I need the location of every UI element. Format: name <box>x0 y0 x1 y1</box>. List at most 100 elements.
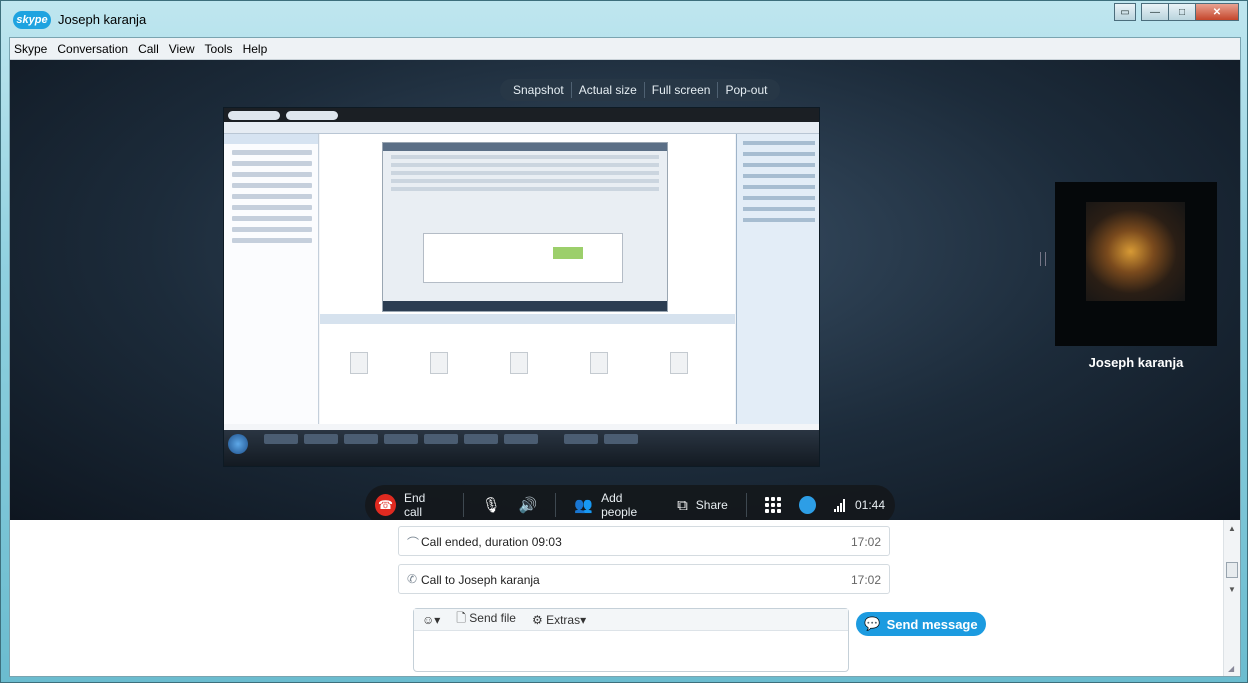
menu-conversation[interactable]: Conversation <box>57 42 128 56</box>
shared-right-line <box>743 163 815 167</box>
resize-grip-icon[interactable]: ◢ <box>1228 664 1238 674</box>
shared-left-line <box>232 150 312 155</box>
menu-bar: Skype Conversation Call View Tools Help <box>10 38 1240 60</box>
maximize-icon[interactable]: □ <box>1168 3 1196 21</box>
task-button <box>424 434 458 444</box>
title-bar[interactable]: skype Joseph karanja ▭ — □ ✕ <box>1 1 1247 37</box>
inner-spreadsheet <box>423 233 623 283</box>
history-event-text: Call ended, duration 09:03 <box>421 535 562 549</box>
shared-left-pane <box>224 134 319 424</box>
dialpad-icon[interactable] <box>764 497 781 513</box>
shared-right-pane <box>736 134 819 424</box>
start-orb-icon <box>228 434 248 454</box>
snapshot-button[interactable]: Snapshot <box>506 82 572 98</box>
shared-pill <box>228 110 280 120</box>
participant-name: Joseph karanja <box>1088 355 1184 370</box>
pop-out-button[interactable]: Pop-out <box>718 82 774 98</box>
client-area: Skype Conversation Call View Tools Help … <box>9 37 1241 677</box>
send-file-label: Send file <box>469 611 516 625</box>
scroll-down-icon[interactable]: ▼ <box>1228 585 1236 594</box>
file-icon <box>430 352 448 374</box>
shared-right-line <box>743 174 815 178</box>
menu-skype[interactable]: Skype <box>14 42 47 56</box>
menu-tools[interactable]: Tools <box>205 42 233 56</box>
shared-left-line <box>232 194 312 199</box>
history-event: ✆ Call to Joseph karanja 17:02 <box>398 564 890 594</box>
call-bar-divider <box>745 493 747 517</box>
menu-call[interactable]: Call <box>138 42 159 56</box>
full-screen-button[interactable]: Full screen <box>645 82 719 98</box>
scroll-thumb[interactable] <box>1226 562 1238 578</box>
share-screen-icon[interactable]: ⧉ <box>677 497 688 514</box>
shared-right-line <box>743 152 815 156</box>
shared-toolbar <box>224 122 819 134</box>
shared-body <box>224 134 819 434</box>
menu-view[interactable]: View <box>169 42 195 56</box>
shared-left-line <box>232 205 312 210</box>
inner-row <box>391 163 659 167</box>
shared-screen <box>223 107 820 467</box>
chat-bubble-icon: 💬 <box>864 616 881 631</box>
task-button <box>264 434 298 444</box>
shared-pill <box>286 110 338 120</box>
shared-left-line <box>232 183 312 188</box>
task-button <box>384 434 418 444</box>
task-button <box>344 434 378 444</box>
shared-right-line <box>743 141 815 145</box>
close-icon[interactable]: ✕ <box>1195 3 1239 21</box>
shared-left-header <box>224 134 318 144</box>
actual-size-button[interactable]: Actual size <box>572 82 645 98</box>
file-icon <box>350 352 368 374</box>
inner-row <box>391 179 659 183</box>
task-button <box>564 434 598 444</box>
skype-logo-icon: skype <box>13 11 51 29</box>
participant-avatar <box>1086 202 1185 301</box>
history-event-text: Call to Joseph karanja <box>421 573 540 587</box>
scroll-up-icon[interactable]: ▲ <box>1228 524 1236 533</box>
restore-down-icon[interactable]: ▭ <box>1114 3 1136 21</box>
mute-microphone-icon[interactable]: 🎙 <box>482 496 501 514</box>
call-ended-icon: ⌒ <box>407 536 420 550</box>
task-button <box>604 434 638 444</box>
phone-icon: ✆ <box>407 572 418 586</box>
signal-strength-icon <box>833 498 845 512</box>
task-button <box>464 434 498 444</box>
panel-resize-grip-icon[interactable] <box>1040 252 1046 266</box>
emoticon-icon[interactable]: ☺▾ <box>422 613 440 627</box>
menu-help[interactable]: Help <box>243 42 268 56</box>
end-call-label[interactable]: End call <box>404 491 445 519</box>
speaker-icon[interactable]: 🔊 <box>519 496 538 514</box>
shared-left-line <box>232 227 312 232</box>
history-scrollbar[interactable]: ▲ ▼ <box>1223 520 1240 676</box>
message-compose[interactable]: ☺▾ 🗋 Send file ⚙ Extras▾ <box>413 608 849 672</box>
shared-right-line <box>743 218 815 222</box>
call-bar-divider <box>462 493 464 517</box>
inner-highlight <box>553 247 583 259</box>
send-file-button[interactable]: 🗋 Send file <box>456 609 516 630</box>
end-call-icon[interactable]: ☎ <box>375 494 396 516</box>
extras-label: Extras▾ <box>546 612 587 627</box>
extras-button[interactable]: ⚙ Extras▾ <box>532 613 586 627</box>
file-icon <box>670 352 688 374</box>
history-event-time: 17:02 <box>850 573 881 587</box>
send-message-button[interactable]: 💬 Send message <box>856 612 986 636</box>
file-icon <box>590 352 608 374</box>
inner-row <box>391 187 659 191</box>
add-people-icon[interactable]: 👥 <box>574 496 593 514</box>
shared-taskbar <box>224 430 819 466</box>
share-label[interactable]: Share <box>696 498 728 512</box>
participant-tile <box>1055 182 1217 346</box>
shared-left-line <box>232 238 312 243</box>
call-control-bar: ☎ End call 🎙 🔊 👥 Add people ⧉ Share 01:4… <box>365 485 895 525</box>
window-title: Joseph karanja <box>58 12 147 27</box>
im-icon[interactable] <box>798 496 816 514</box>
inner-screen <box>382 142 668 312</box>
shared-center-pane <box>320 134 735 424</box>
file-bar <box>320 314 735 324</box>
skype-window: skype Joseph karanja ▭ — □ ✕ Skype Conve… <box>0 0 1248 683</box>
minimize-icon[interactable]: — <box>1141 3 1169 21</box>
add-people-label[interactable]: Add people <box>601 491 659 519</box>
shared-right-line <box>743 196 815 200</box>
shared-screen-top <box>224 108 819 122</box>
task-button <box>304 434 338 444</box>
